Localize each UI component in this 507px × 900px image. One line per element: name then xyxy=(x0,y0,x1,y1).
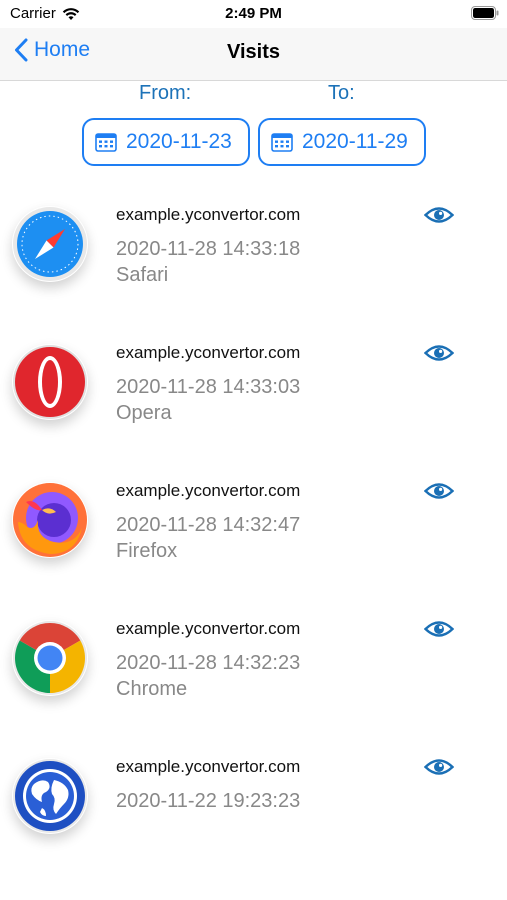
page-title: Visits xyxy=(227,41,280,63)
visit-list-item[interactable]: example.yconvertor.com 2020-11-28 14:33:… xyxy=(0,338,507,476)
globe-icon xyxy=(12,758,88,834)
calendar-icon xyxy=(95,133,117,152)
status-time: 2:49 PM xyxy=(225,5,282,22)
visit-host: example.yconvertor.com xyxy=(116,205,301,224)
visit-host: example.yconvertor.com xyxy=(116,343,301,362)
chrome-icon xyxy=(12,620,88,696)
calendar-icon xyxy=(271,133,293,152)
visit-list-item[interactable]: example.yconvertor.com 2020-11-22 19:23:… xyxy=(0,752,507,890)
date-filter-labels: From: To: xyxy=(0,82,507,104)
visit-time: 2020-11-22 19:23:23 xyxy=(116,790,301,812)
from-label: From: xyxy=(139,82,192,104)
visit-browser: Chrome xyxy=(116,678,188,700)
visit-host: example.yconvertor.com xyxy=(116,757,301,776)
visit-list-item[interactable]: example.yconvertor.com 2020-11-28 14:32:… xyxy=(0,614,507,752)
visit-list-item[interactable]: example.yconvertor.com 2020-11-28 14:32:… xyxy=(0,476,507,614)
safari-icon xyxy=(12,206,88,282)
eye-icon[interactable] xyxy=(424,757,454,777)
visit-browser: Safari xyxy=(116,264,169,286)
visit-time: 2020-11-28 14:33:03 xyxy=(116,376,301,398)
visit-host: example.yconvertor.com xyxy=(116,619,301,638)
to-date-value: 2020-11-29 xyxy=(302,130,408,153)
eye-icon[interactable] xyxy=(424,481,454,501)
from-date-value: 2020-11-23 xyxy=(126,130,232,153)
opera-icon xyxy=(12,344,88,420)
visit-time: 2020-11-28 14:33:18 xyxy=(116,238,301,260)
to-label: To: xyxy=(328,82,355,104)
visit-browser: Opera xyxy=(116,402,172,424)
visit-host: example.yconvertor.com xyxy=(116,481,301,500)
status-bar: Carrier 2:49 PM xyxy=(0,0,507,28)
visit-time: 2020-11-28 14:32:23 xyxy=(116,652,301,674)
to-date-button[interactable]: 2020-11-29 xyxy=(258,118,426,166)
battery-icon xyxy=(471,6,499,20)
visit-time: 2020-11-28 14:32:47 xyxy=(116,514,301,536)
from-date-button[interactable]: 2020-11-23 xyxy=(82,118,250,166)
eye-icon[interactable] xyxy=(424,343,454,363)
eye-icon[interactable] xyxy=(424,205,454,225)
firefox-icon xyxy=(12,482,88,558)
eye-icon[interactable] xyxy=(424,619,454,639)
visit-list-item[interactable]: example.yconvertor.com 2020-11-28 14:33:… xyxy=(0,200,507,338)
visit-browser: Firefox xyxy=(116,540,178,562)
nav-bar: Home Visits xyxy=(0,28,507,81)
